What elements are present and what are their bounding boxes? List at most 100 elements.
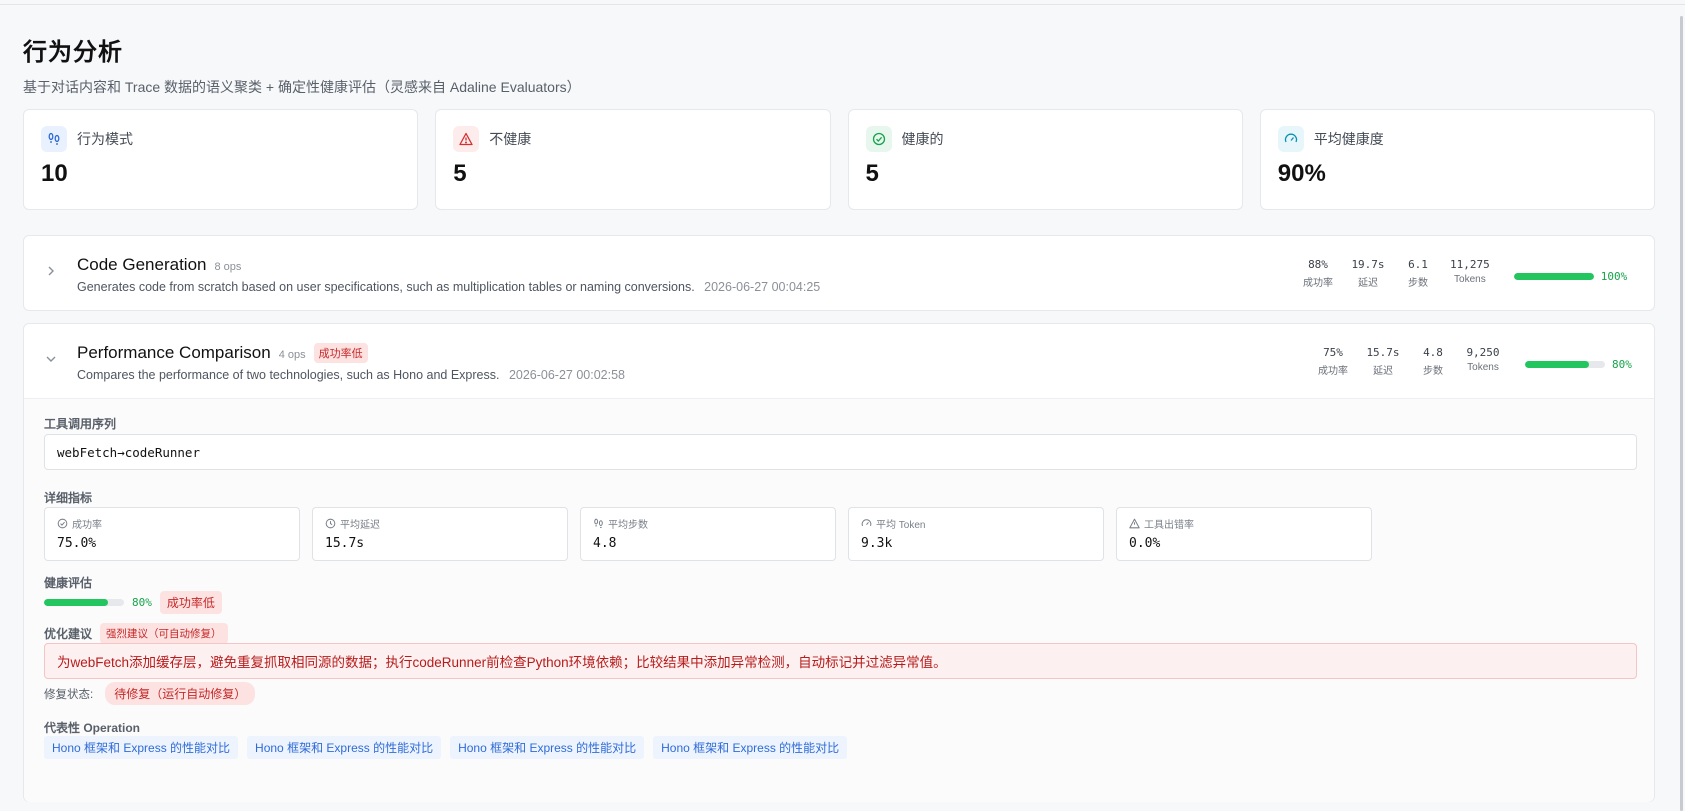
stat-label: 行为模式 [77,131,133,147]
representative-ops-label: 代表性 Operation [44,721,141,735]
pattern-description: Generates code from scratch based on use… [77,280,820,294]
description-text: Compares the performance of two technolo… [77,368,500,382]
pattern-title: Performance Comparison [77,343,271,362]
metric-card-label: 成功率 [72,519,102,531]
pattern-metrics: 75% 成功率 15.7s 延迟 4.8 步数 9,250 Tokens 80% [1315,346,1632,377]
optimization-header: 优化建议 强烈建议（可自动修复） [44,623,228,644]
health-percent: 80% [1612,358,1632,371]
metric-success-rate: 88% 成功率 [1300,258,1336,289]
optimization-label: 优化建议 [44,627,93,641]
metric-label: Tokens [1467,362,1499,373]
detail-metric-cards: 成功率 75.0% 平均延迟 15.7s 平均步数 4.8 平均 Token 9… [44,507,1372,561]
pattern-ops-count: 4 ops [278,349,306,361]
stat-value: 5 [453,160,467,187]
footprints-icon [41,126,67,152]
top-divider [0,4,1685,5]
pattern-card-code-generation[interactable]: Code Generation 8 ops Generates code fro… [23,235,1655,311]
stat-label: 平均健康度 [1313,131,1384,147]
metric-card-label: 工具出错率 [1144,519,1194,531]
metric-value: 4.8 [1423,346,1443,359]
stat-value: 90% [1277,160,1326,187]
optimization-suggestion: 为webFetch添加缓存层，避免重复抓取相同源的数据；执行codeRunner… [44,643,1637,679]
pattern-metrics: 88% 成功率 19.7s 延迟 6.1 步数 11,275 Tokens 100% [1300,258,1627,289]
metric-steps: 6.1 步数 [1400,258,1436,289]
metric-card-avg-latency: 平均延迟 15.7s [312,507,568,561]
operation-link[interactable]: Hono 框架和 Express 的性能对比 [44,736,239,759]
metric-label: 成功率 [1318,366,1348,377]
metric-value: 9,250 [1466,346,1500,359]
chevron-right-icon[interactable] [44,264,58,278]
metric-card-value: 9.3k [861,536,893,551]
health-bar-fill [1513,273,1594,280]
page-scrollbar[interactable] [1680,16,1683,811]
pattern-title: Code Generation [77,255,207,274]
metric-value: 15.7s [1366,346,1400,359]
chevron-down-icon[interactable] [44,352,58,366]
metric-success-rate: 75% 成功率 [1315,346,1351,377]
metric-card-avg-token: 平均 Token 9.3k [848,507,1104,561]
page-subtitle: 基于对话内容和 Trace 数据的语义聚类 + 确定性健康评估（灵感来自 Ada… [23,79,581,95]
description-text: Generates code from scratch based on use… [77,280,695,294]
health-percent: 100% [1600,270,1628,283]
stat-card-healthy: 健康的 5 [847,109,1243,210]
metric-label: Tokens [1454,274,1486,285]
metric-card-value: 4.8 [593,536,617,551]
stat-label: 不健康 [489,131,532,147]
pattern-detail-panel: 工具调用序列 webFetch→codeRunner 详细指标 成功率 75.0… [24,398,1654,802]
pattern-header[interactable]: Performance Comparison 4 ops 成功率低 Compar… [24,324,1654,398]
tool-sequence-label: 工具调用序列 [44,417,117,431]
metric-label: 延迟 [1358,278,1378,289]
metric-card-label: 平均延迟 [340,519,380,531]
warning-triangle-icon [1129,518,1140,528]
metric-card-label: 平均步数 [608,519,648,531]
health-indicator: 100% [1513,270,1628,283]
health-bar [44,599,124,606]
stat-value: 10 [41,160,68,187]
warning-triangle-icon [453,126,480,152]
metric-latency: 15.7s 延迟 [1365,346,1401,377]
auto-fix-button[interactable]: 待修复（运行自动修复） [105,682,256,705]
gauge-icon [1277,126,1304,152]
health-bar-fill [1525,361,1589,368]
stat-card-patterns: 行为模式 10 [23,109,419,210]
metric-steps: 4.8 步数 [1415,346,1451,377]
health-bar-fill [44,599,108,606]
metric-value: 11,275 [1450,258,1490,271]
metric-card-value: 75.0% [57,536,97,551]
operation-link[interactable]: Hono 框架和 Express 的性能对比 [450,736,645,759]
tool-sequence-box: webFetch→codeRunner [44,434,1637,470]
health-bar [1513,273,1594,280]
clock-icon [325,518,336,528]
health-eval-label: 健康评估 [44,576,93,590]
pattern-header[interactable]: Code Generation 8 ops Generates code fro… [24,236,1654,310]
pattern-timestamp: 2026-06-27 00:04:25 [704,280,821,294]
metric-value: 6.1 [1408,258,1428,271]
stat-card-unhealthy: 不健康 5 [435,109,831,210]
health-status-tag: 成功率低 [159,591,222,614]
stat-label: 健康的 [901,131,944,147]
pattern-ops-count: 8 ops [214,261,242,273]
operation-link[interactable]: Hono 框架和 Express 的性能对比 [247,736,442,759]
pattern-description: Compares the performance of two technolo… [77,368,625,382]
metric-card-label: 平均 Token [876,519,926,531]
check-circle-icon [865,126,892,152]
metric-label: 步数 [1408,278,1428,289]
pattern-card-performance-comparison[interactable]: Performance Comparison 4 ops 成功率低 Compar… [23,323,1655,802]
health-eval-row: 80% 成功率低 [44,591,222,614]
metric-card-success-rate: 成功率 75.0% [44,507,300,561]
pattern-timestamp: 2026-06-27 00:02:58 [508,368,626,382]
operation-link[interactable]: Hono 框架和 Express 的性能对比 [653,736,848,759]
metric-card-value: 15.7s [325,536,365,551]
footprints-icon [594,518,603,528]
health-bar [1525,361,1605,368]
metric-value: 88% [1308,258,1328,271]
health-indicator: 80% [1525,358,1632,371]
stat-card-avg-health: 平均健康度 90% [1259,109,1655,210]
representative-ops: Hono 框架和 Express 的性能对比 Hono 框架和 Express … [44,736,848,759]
metric-latency: 19.7s 延迟 [1350,258,1386,289]
fix-status-row: 修复状态: 待修复（运行自动修复） [44,682,256,705]
detail-metrics-label: 详细指标 [44,491,93,505]
page-header: 行为分析 基于对话内容和 Trace 数据的语义聚类 + 确定性健康评估（灵感来… [23,32,581,97]
stat-value: 5 [865,160,879,187]
optimization-priority-tag: 强烈建议（可自动修复） [100,623,228,644]
